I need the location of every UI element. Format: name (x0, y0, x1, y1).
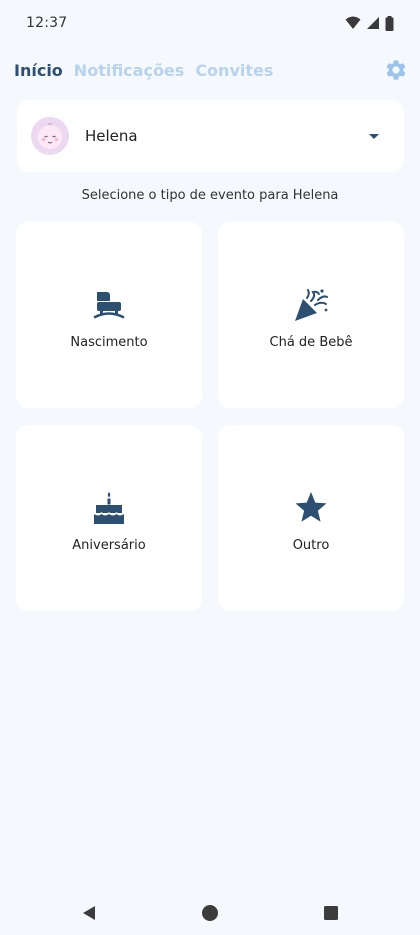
birthday-cake-icon (93, 491, 125, 524)
battery-icon (385, 15, 394, 31)
tab-convites[interactable]: Convites (195, 61, 273, 80)
event-card-cha-de-bebe[interactable]: Chá de Bebê (218, 222, 404, 408)
home-icon[interactable] (201, 904, 219, 922)
gear-icon[interactable] (384, 58, 408, 82)
status-time: 12:37 (26, 15, 68, 31)
status-bar: 12:37 (0, 0, 420, 46)
signal-icon (367, 17, 379, 29)
event-card-nascimento[interactable]: Nascimento (16, 222, 202, 408)
tab-notificacoes[interactable]: Notificações (74, 61, 185, 80)
back-icon[interactable] (80, 904, 98, 922)
top-nav: Início Notificações Convites (0, 52, 420, 88)
system-nav-bar (0, 889, 420, 935)
star-icon (295, 491, 327, 522)
baby-face-icon (31, 117, 69, 155)
event-label: Aniversário (72, 537, 146, 553)
wifi-icon (345, 16, 361, 29)
profile-name: Helena (85, 127, 138, 145)
tab-inicio[interactable]: Início (14, 61, 63, 80)
profile-selector[interactable]: Helena (17, 100, 404, 172)
status-icons (345, 15, 394, 31)
event-card-aniversario[interactable]: Aniversário (16, 425, 202, 611)
recents-icon[interactable] (322, 904, 340, 922)
caret-down-icon[interactable] (362, 124, 386, 148)
avatar (31, 117, 69, 155)
event-card-outro[interactable]: Outro (218, 425, 404, 611)
event-label: Chá de Bebê (269, 334, 353, 350)
party-popper-icon (295, 288, 328, 321)
app-screen: 12:37 Início Notificações Convites Helen… (0, 0, 420, 935)
event-label: Nascimento (70, 334, 148, 350)
baby-carriage-icon (93, 291, 125, 318)
event-type-prompt: Selecione o tipo de evento para Helena (81, 188, 339, 203)
event-label: Outro (292, 537, 330, 553)
